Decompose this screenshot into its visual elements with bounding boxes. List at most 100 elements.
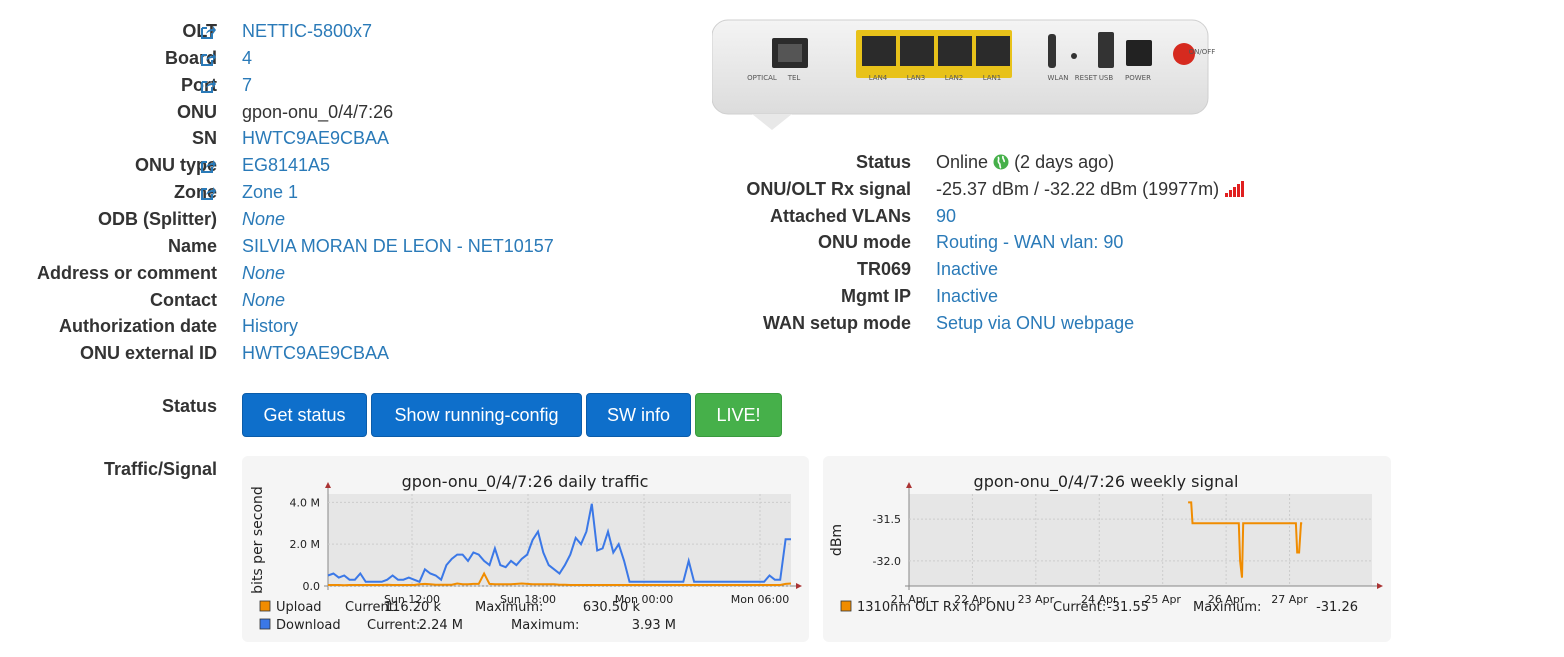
legend-series-name: Upload: [276, 600, 322, 615]
port-label: LAN3: [906, 74, 926, 82]
y-axis-arrow: [325, 482, 331, 488]
chart-title: gpon-onu_0/4/7:26 weekly signal: [974, 472, 1239, 492]
legend-current-value: 2.24 M: [419, 618, 463, 633]
value-text: -25.37 dBm / -32.22 dBm (19977m): [936, 178, 1220, 199]
online-globe-icon: [988, 152, 1014, 172]
legend-maximum-label: Maximum:: [475, 600, 543, 615]
x-axis-arrow: [796, 583, 802, 589]
status-since: (2 days ago): [1014, 152, 1115, 172]
chart-title: gpon-onu_0/4/7:26 daily traffic: [402, 472, 649, 492]
value-mgmt-ip[interactable]: Inactive: [936, 286, 998, 307]
y-axis-label: bits per second: [250, 486, 266, 594]
external-link-icon[interactable]: [199, 50, 217, 68]
status-section-label: Status: [161, 396, 217, 416]
legend-current-value: 116.20 k: [384, 600, 442, 615]
port-label: USB: [1098, 74, 1114, 82]
value-text: Online: [936, 152, 989, 172]
label-status: Status: [855, 152, 911, 172]
show-running-config-button[interactable]: Show running-config: [371, 393, 582, 437]
get-status-button[interactable]: Get status: [242, 393, 367, 437]
daily-traffic-graph[interactable]: gpon-onu_0/4/7:26 daily traffic bits per …: [242, 456, 809, 642]
external-link-icon[interactable]: [199, 77, 217, 95]
legend-maximum-value: 3.93 M: [632, 618, 676, 633]
external-link-icon[interactable]: [199, 184, 217, 202]
value-text: Setup via ONU webpage: [936, 312, 1135, 333]
label-odb-splitter: ODB (Splitter): [98, 208, 217, 229]
port-label: LAN2: [944, 74, 964, 82]
label-authorization-date: Authorization date: [59, 316, 217, 337]
value-tr069[interactable]: Inactive: [936, 259, 998, 280]
value-attached-vlans[interactable]: 90: [936, 206, 956, 227]
port-label: OPTICAL: [747, 74, 777, 82]
value-text: 90: [936, 205, 957, 226]
value-text: Inactive: [936, 286, 999, 306]
value-port[interactable]: 7: [242, 75, 252, 96]
value-authorization-date[interactable]: History: [242, 316, 298, 337]
label-tr069: TR069: [856, 259, 911, 280]
value-contact[interactable]: None: [242, 290, 285, 311]
x-tick-label: 25 Apr: [1144, 593, 1181, 606]
label-contact: Contact: [150, 289, 217, 310]
y-tick-label: -31.5: [873, 513, 901, 526]
x-tick-label: Mon 06:00: [731, 593, 789, 606]
port-label: RESET: [1074, 74, 1098, 82]
value-onu-type[interactable]: EG8141A5: [242, 155, 330, 176]
label-onu-external-id: ONU external ID: [79, 343, 217, 364]
legend-maximum-label: Maximum:: [1193, 600, 1261, 615]
legend-series-name: Download: [276, 618, 341, 633]
x-axis-arrow: [1377, 583, 1383, 589]
legend-series-name: 1310nm OLT Rx for ONU: [857, 600, 1015, 615]
label-onu-type: ONU type: [134, 155, 217, 176]
y-tick-label: -32.0: [873, 555, 901, 568]
label-onu-olt-rx-signal: ONU/OLT Rx signal: [746, 178, 911, 199]
legend-maximum-label: Maximum:: [511, 618, 579, 633]
label-address-or-comment: Address or comment: [36, 262, 217, 283]
value-wan-setup-mode[interactable]: Setup via ONU webpage: [936, 313, 1134, 334]
port-label: LAN4: [868, 74, 888, 82]
external-link-icon[interactable]: [199, 23, 217, 41]
legend-swatch: [259, 618, 271, 630]
value-sn[interactable]: HWTC9AE9CBAA: [242, 128, 389, 149]
external-link-icon[interactable]: [199, 157, 217, 175]
y-axis-arrow: [906, 482, 912, 488]
value-name[interactable]: SILVIA MORAN DE LEON - NET10157: [242, 236, 554, 257]
signal-bars-icon: [1219, 179, 1245, 199]
port-label: TEL: [787, 74, 801, 82]
label-mgmt-ip: Mgmt IP: [841, 286, 911, 306]
label-onu-mode: ONU mode: [817, 232, 911, 253]
value-olt[interactable]: NETTIC-5800x7: [242, 21, 372, 42]
legend-current-label: Current:: [367, 618, 420, 633]
value-onu-external-id[interactable]: HWTC9AE9CBAA: [242, 343, 389, 364]
value-zone[interactable]: Zone 1: [242, 182, 298, 203]
y-tick-label: 2.0 M: [290, 538, 320, 551]
value-address-or-comment[interactable]: None: [242, 263, 285, 284]
y-axis-label: dBm: [829, 524, 845, 556]
value-odb-splitter[interactable]: None: [242, 209, 285, 230]
live-button[interactable]: LIVE!: [695, 393, 782, 437]
weekly-signal-graph[interactable]: gpon-onu_0/4/7:26 weekly signal dBm -31.5 -…: [823, 456, 1391, 642]
y-tick-label: 0.0: [303, 580, 321, 593]
legend-maximum-value: -31.26: [1316, 600, 1358, 615]
x-tick-label: 27 Apr: [1271, 593, 1308, 606]
legend-swatch: [840, 600, 852, 612]
plot-area: [909, 494, 1372, 586]
legend-maximum-value: 630.50 k: [583, 600, 641, 615]
value-text: Inactive: [936, 259, 999, 280]
port-label: ON/OFF: [1188, 48, 1216, 56]
onu-device-image: OPTICAL TEL LAN4 LAN3 LAN2 LAN1 WLAN RESET USB PO…: [711, 18, 1215, 130]
label-attached-vlans: Attached VLANs: [769, 205, 911, 226]
value-onu-mode[interactable]: Routing - WAN vlan: 90: [936, 232, 1123, 253]
value-status: Online (2 days ago): [936, 152, 1114, 173]
legend-current-label: Current:: [1053, 600, 1106, 615]
legend-current-value: -31.55: [1107, 600, 1149, 615]
label-board: Board: [164, 47, 217, 68]
legend-swatch: [259, 600, 271, 612]
port-label: POWER: [1125, 74, 1151, 82]
sw-info-button[interactable]: SW info: [586, 393, 691, 437]
traffic-signal-label: Traffic/Signal: [103, 459, 217, 479]
x-tick-label: 23 Apr: [1018, 593, 1055, 606]
port-label: WLAN: [1047, 74, 1069, 82]
label-onu: ONU: [177, 101, 217, 122]
value-board[interactable]: 4: [242, 48, 252, 69]
label-zone: Zone: [174, 182, 217, 203]
